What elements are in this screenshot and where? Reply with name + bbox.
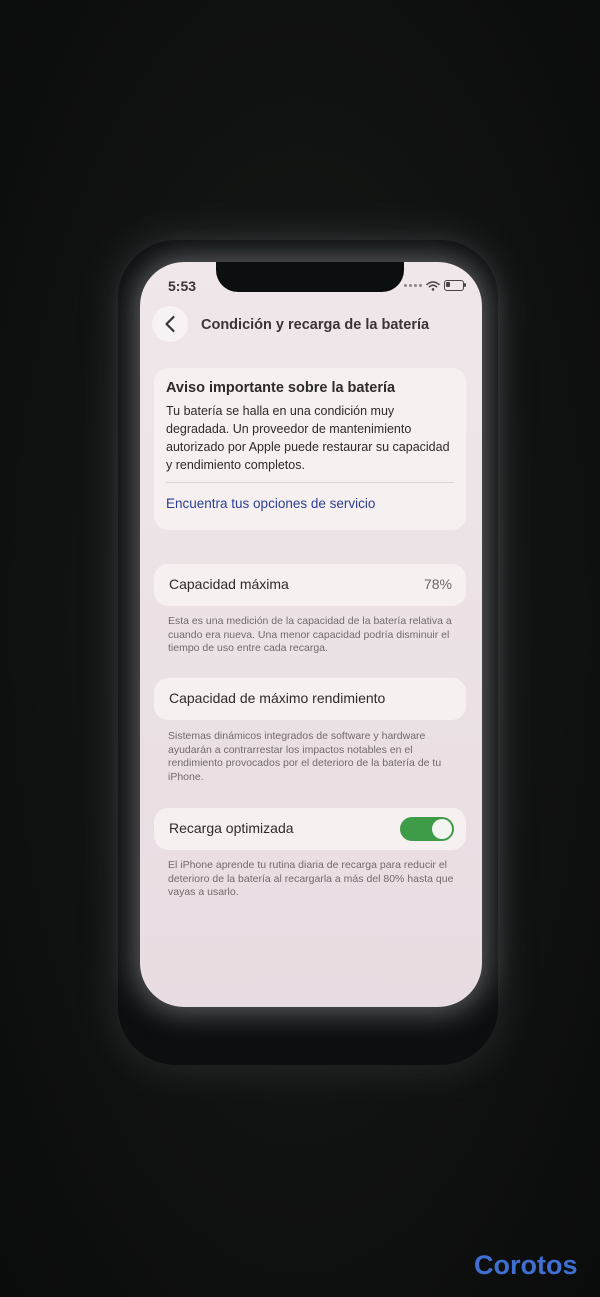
optimized-charging-footnote: El iPhone aprende tu rutina diaria de re… — [168, 859, 454, 898]
divider — [166, 482, 454, 483]
notch — [216, 262, 404, 292]
optimized-charging-row: Recarga optimizada — [154, 808, 466, 850]
status-time: 5:53 — [168, 278, 197, 294]
watermark-text: Corotos — [474, 1250, 578, 1280]
optimized-charging-toggle[interactable] — [400, 817, 454, 841]
page-title: Condición y recarga de la batería — [201, 317, 430, 333]
notice-body: Tu batería se halla en una condición muy… — [166, 404, 450, 472]
max-capacity-row: Capacidad máxima 78% — [154, 564, 466, 606]
status-icons — [404, 280, 466, 291]
peak-performance-row: Capacidad de máximo rendimiento — [154, 678, 466, 720]
signal-icon — [404, 284, 422, 287]
max-capacity-label: Capacidad máxima — [169, 576, 289, 592]
service-options-link[interactable]: Encuentra tus opciones de servicio — [166, 496, 375, 511]
battery-icon — [444, 280, 466, 291]
max-capacity-footnote: Esta es una medición de la capacidad de … — [168, 615, 452, 654]
peak-performance-footnote: Sistemas dinámicos integrados de softwar… — [168, 730, 442, 783]
optimized-charging-label: Recarga optimizada — [169, 820, 294, 836]
back-button[interactable] — [152, 306, 188, 342]
peak-performance-label: Capacidad de máximo rendimiento — [169, 690, 386, 706]
max-capacity-value: 78% — [423, 576, 452, 592]
battery-notice-card: Aviso importante sobre la batería Tu bat… — [154, 368, 466, 530]
chevron-left-icon — [165, 315, 175, 333]
corotos-watermark-logo: Corotos — [474, 1250, 578, 1280]
wifi-icon — [426, 280, 440, 291]
toggle-knob — [432, 819, 452, 839]
phone-screen: 5:53 Condición y recarga de la batería A… — [140, 262, 482, 1007]
notice-title: Aviso importante sobre la batería — [166, 380, 396, 396]
